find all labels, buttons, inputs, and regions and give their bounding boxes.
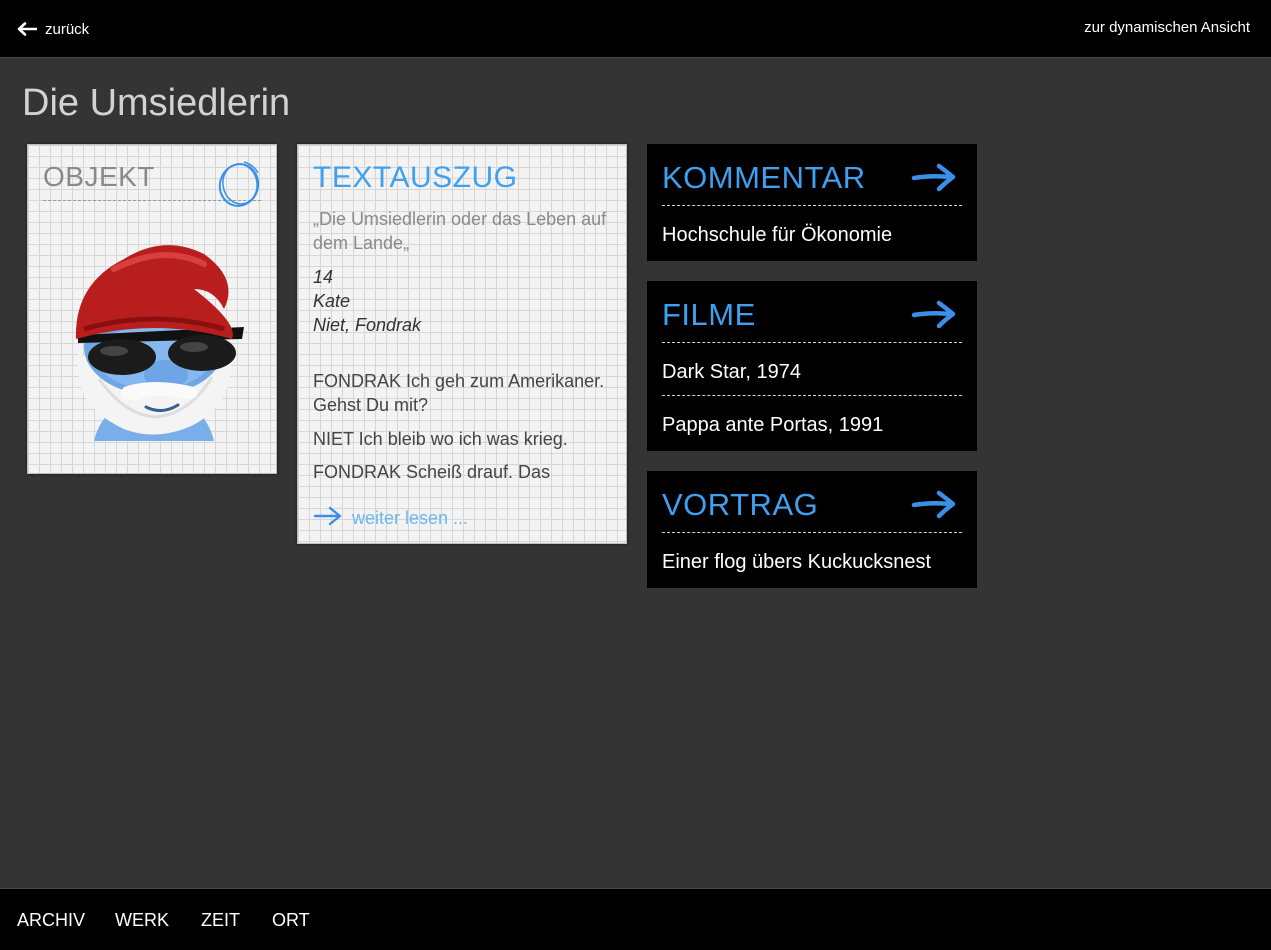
smurf-with-sunglasses-image xyxy=(54,229,254,446)
objekt-card[interactable]: OBJEKT xyxy=(27,144,277,474)
read-more-label: weiter lesen ... xyxy=(352,508,469,528)
meta-line: Niet, Fondrak xyxy=(313,315,422,335)
top-bar: zurück zur dynamischen Ansicht xyxy=(0,0,1271,58)
meta-line: Kate xyxy=(313,291,351,311)
film-item[interactable]: Dark Star, 1974 xyxy=(662,361,801,384)
vortrag-item[interactable]: Einer flog übers Kuckucksnest xyxy=(662,551,931,574)
dialog-line: FONDRAK Scheiß drauf. Das xyxy=(313,462,551,482)
textauszug-title: TEXTAUSZUG xyxy=(313,161,518,194)
dialog-line: NIET Ich bleib wo ich was krieg. xyxy=(313,429,568,449)
objekt-title: OBJEKT xyxy=(43,161,155,192)
quote-text: „Die Umsiedlerin oder das Leben auf dem … xyxy=(313,209,607,253)
nav-zeit[interactable]: ZEIT xyxy=(201,910,240,931)
back-label: zurück xyxy=(45,20,90,38)
textauszug-card[interactable]: TEXTAUSZUG „Die Umsiedlerin oder das Leb… xyxy=(297,144,627,544)
read-more-link[interactable]: weiter lesen ... xyxy=(313,505,468,532)
arrow-right-icon[interactable] xyxy=(911,489,957,524)
arrow-left-icon xyxy=(17,22,37,36)
kommentar-card: KOMMENTAR Hochschule für Ökonomie xyxy=(647,144,977,261)
back-link[interactable]: zurück xyxy=(17,18,89,40)
meta-line: 14 xyxy=(313,267,334,287)
dynamic-view-link[interactable]: zur dynamischen Ansicht xyxy=(1084,19,1250,36)
divider xyxy=(662,532,962,533)
kommentar-title: KOMMENTAR xyxy=(662,160,866,195)
scribble-circle-icon xyxy=(214,159,264,214)
divider xyxy=(662,395,962,396)
nav-archiv[interactable]: ARCHIV xyxy=(17,910,85,931)
arrow-right-icon[interactable] xyxy=(911,299,957,334)
arrow-right-icon[interactable] xyxy=(911,162,957,197)
page-title: Die Umsiedlerin xyxy=(22,82,291,124)
divider xyxy=(662,205,962,206)
arrow-right-icon xyxy=(313,505,343,532)
dialog-line: FONDRAK Ich geh zum Amerikaner. Gehst Du… xyxy=(313,371,605,415)
bottom-nav: ARCHIV WERK ZEIT ORT xyxy=(0,888,1271,950)
film-item[interactable]: Pappa ante Portas, 1991 xyxy=(662,414,883,437)
filme-card: FILME Dark Star, 1974 Pappa ante Portas,… xyxy=(647,281,977,451)
divider xyxy=(662,342,962,343)
scene-meta: 14 Kate Niet, Fondrak xyxy=(313,265,421,337)
vortrag-title: VORTRAG xyxy=(662,487,819,522)
kommentar-item[interactable]: Hochschule für Ökonomie xyxy=(662,224,892,247)
filme-title: FILME xyxy=(662,297,756,332)
vortrag-card: VORTRAG Einer flog übers Kuckucksnest xyxy=(647,471,977,588)
nav-werk[interactable]: WERK xyxy=(115,910,169,931)
nav-ort[interactable]: ORT xyxy=(272,910,310,931)
